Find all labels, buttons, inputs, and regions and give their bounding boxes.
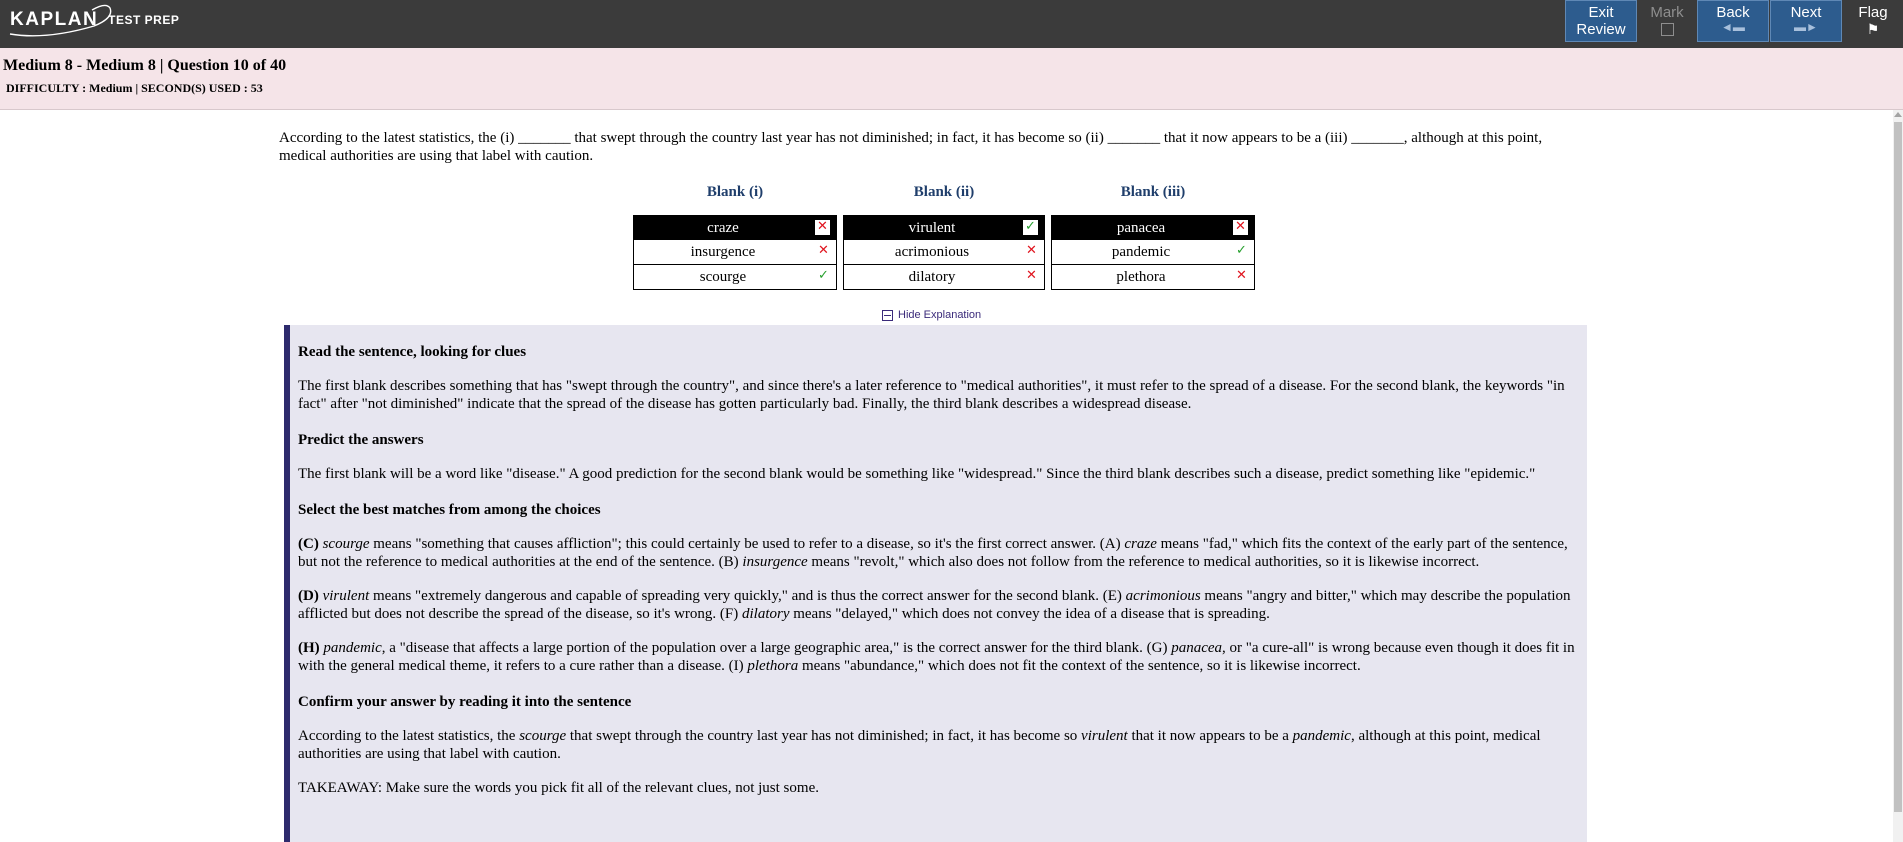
correct-icon: ✓ — [1023, 220, 1038, 235]
explanation-paragraph-h: (H) pandemic, a "disease that affects a … — [298, 639, 1579, 675]
text: means "delayed," which does not convey t… — [789, 606, 1270, 622]
term: scourge — [322, 536, 370, 552]
text: that swept through the country last year… — [566, 728, 1082, 744]
choice-letter: (C) — [298, 536, 319, 552]
explanation-panel: Read the sentence, looking for clues The… — [284, 325, 1587, 842]
choice-acrimonious[interactable]: acrimonious ✕ — [843, 240, 1045, 265]
term: craze — [1124, 536, 1157, 552]
term: pandemic — [1292, 728, 1351, 744]
takeaway: TAKEAWAY: Make sure the words you pick f… — [298, 780, 819, 796]
blank-ii-column: Blank (ii) virulent ✓ acrimonious ✕ dila… — [843, 184, 1045, 290]
question-stem: According to the latest statistics, the … — [279, 130, 1543, 164]
question-info: DIFFICULTY : Medium | SECOND(S) USED : 5… — [6, 81, 263, 95]
term: pandemic — [323, 640, 382, 656]
back-arrow-icon: ◄▬ — [1721, 20, 1745, 34]
hide-explanation-link[interactable]: Hide Explanation — [882, 309, 981, 321]
choice-panacea[interactable]: panacea ✕ — [1051, 215, 1255, 240]
exit-review-button[interactable]: Exit Review — [1565, 0, 1637, 42]
choice-label: virulent — [908, 220, 956, 236]
blank-i-column: Blank (i) craze ✕ insurgence ✕ scourge ✓ — [633, 184, 837, 290]
page-scrollbar[interactable] — [1893, 110, 1903, 842]
blank-iii-column: Blank (iii) panacea ✕ pandemic ✓ plethor… — [1051, 184, 1255, 290]
explanation-heading-2: Predict the answers — [298, 432, 424, 448]
incorrect-icon: ✕ — [1233, 220, 1248, 235]
choice-label: insurgence — [690, 244, 756, 260]
collapse-icon — [882, 309, 893, 321]
term: insurgence — [742, 554, 808, 570]
mark-label: Mark — [1650, 4, 1684, 21]
term: dilatory — [741, 606, 790, 622]
scroll-thumb[interactable] — [1894, 122, 1902, 812]
term: virulent — [1081, 728, 1128, 744]
choice-insurgence[interactable]: insurgence ✕ — [633, 240, 837, 265]
incorrect-icon: ✕ — [815, 220, 830, 235]
flag-button[interactable]: Flag ⚑ — [1843, 0, 1903, 42]
explanation-heading-1: Read the sentence, looking for clues — [298, 344, 527, 360]
choice-label: panacea — [1116, 220, 1166, 236]
choice-dilatory[interactable]: dilatory ✕ — [843, 265, 1045, 290]
question-header: Medium 8 - Medium 8 | Question 10 of 40 … — [0, 48, 1903, 110]
text: means "something that causes affliction"… — [369, 536, 1125, 552]
text: , a "disease that affects a large portio… — [381, 640, 1172, 656]
text: means "extremely dangerous and capable o… — [369, 588, 1126, 604]
nav-toolbar: Exit Review Mark Back ◄▬ Next ▬► Flag ⚑ — [1564, 0, 1903, 42]
blank-ii-header: Blank (ii) — [913, 184, 975, 200]
mark-button[interactable]: Mark — [1638, 0, 1696, 42]
kaplan-logo: KAPLAN TEST PREP — [9, 4, 180, 37]
explanation-paragraph-1: The first blank describes something that… — [298, 378, 1565, 412]
next-arrow-icon: ▬► — [1794, 20, 1818, 34]
incorrect-icon: ✕ — [818, 243, 829, 258]
term: acrimonious — [1125, 588, 1201, 604]
mark-checkbox-icon[interactable] — [1660, 23, 1674, 36]
term: plethora — [747, 658, 799, 674]
choice-label: pandemic — [1111, 244, 1171, 260]
term: panacea — [1171, 640, 1223, 656]
correct-icon: ✓ — [818, 268, 829, 283]
explanation-heading-3: Select the best matches from among the c… — [298, 502, 601, 518]
term: scourge — [519, 728, 567, 744]
exit-review-label: Exit Review — [1576, 4, 1626, 38]
incorrect-icon: ✕ — [1236, 268, 1247, 283]
correct-icon: ✓ — [1236, 243, 1247, 258]
next-label: Next — [1790, 4, 1822, 21]
choice-letter: (H) — [298, 640, 320, 656]
choice-scourge[interactable]: scourge ✓ — [633, 265, 837, 290]
flag-icon: ⚑ — [1866, 21, 1880, 37]
blank-iii-header: Blank (iii) — [1120, 184, 1186, 200]
explanation-paragraph-c: (C) scourge means "something that causes… — [298, 535, 1579, 571]
top-bar: KAPLAN TEST PREP Exit Review Mark Back ◄… — [0, 0, 1903, 48]
explanation-paragraph-d: (D) virulent means "extremely dangerous … — [298, 587, 1579, 623]
choice-label: plethora — [1116, 269, 1166, 285]
flag-label: Flag — [1858, 4, 1888, 21]
explanation-heading-4: Confirm your answer by reading it into t… — [298, 694, 632, 710]
explanation-paragraph-final: According to the latest statistics, the … — [298, 727, 1579, 763]
back-button[interactable]: Back ◄▬ — [1697, 0, 1769, 42]
explanation-paragraph-2: The first blank will be a word like "dis… — [298, 466, 1536, 482]
choice-label: dilatory — [908, 269, 956, 285]
choice-virulent[interactable]: virulent ✓ — [843, 215, 1045, 240]
hide-explanation-label: Hide Explanation — [898, 309, 982, 321]
text: means "abundance," which does not fit th… — [798, 658, 1361, 674]
blank-tables: Blank (i) craze ✕ insurgence ✕ scourge ✓… — [633, 184, 1255, 290]
back-label: Back — [1716, 4, 1750, 21]
incorrect-icon: ✕ — [1026, 243, 1037, 258]
choice-label: scourge — [699, 269, 747, 285]
choice-label: acrimonious — [894, 244, 970, 260]
term: virulent — [322, 588, 370, 604]
choice-letter: (D) — [298, 588, 319, 604]
incorrect-icon: ✕ — [1026, 268, 1037, 283]
logo-swoosh-icon — [9, 4, 112, 37]
text: means "revolt," which also does not foll… — [807, 554, 1480, 570]
logo-subtitle: TEST PREP — [108, 13, 180, 27]
next-button[interactable]: Next ▬► — [1770, 0, 1842, 42]
choice-label: craze — [707, 220, 739, 236]
question-title: Medium 8 - Medium 8 | Question 10 of 40 — [3, 57, 287, 74]
choice-pandemic[interactable]: pandemic ✓ — [1051, 240, 1255, 265]
text: that it now appears to be a — [1127, 728, 1293, 744]
choice-craze[interactable]: craze ✕ — [633, 215, 837, 240]
text: According to the latest statistics, the — [298, 728, 520, 744]
choice-plethora[interactable]: plethora ✕ — [1051, 265, 1255, 290]
blank-i-header: Blank (i) — [706, 184, 764, 200]
scroll-up-arrow-icon[interactable] — [1894, 112, 1902, 117]
